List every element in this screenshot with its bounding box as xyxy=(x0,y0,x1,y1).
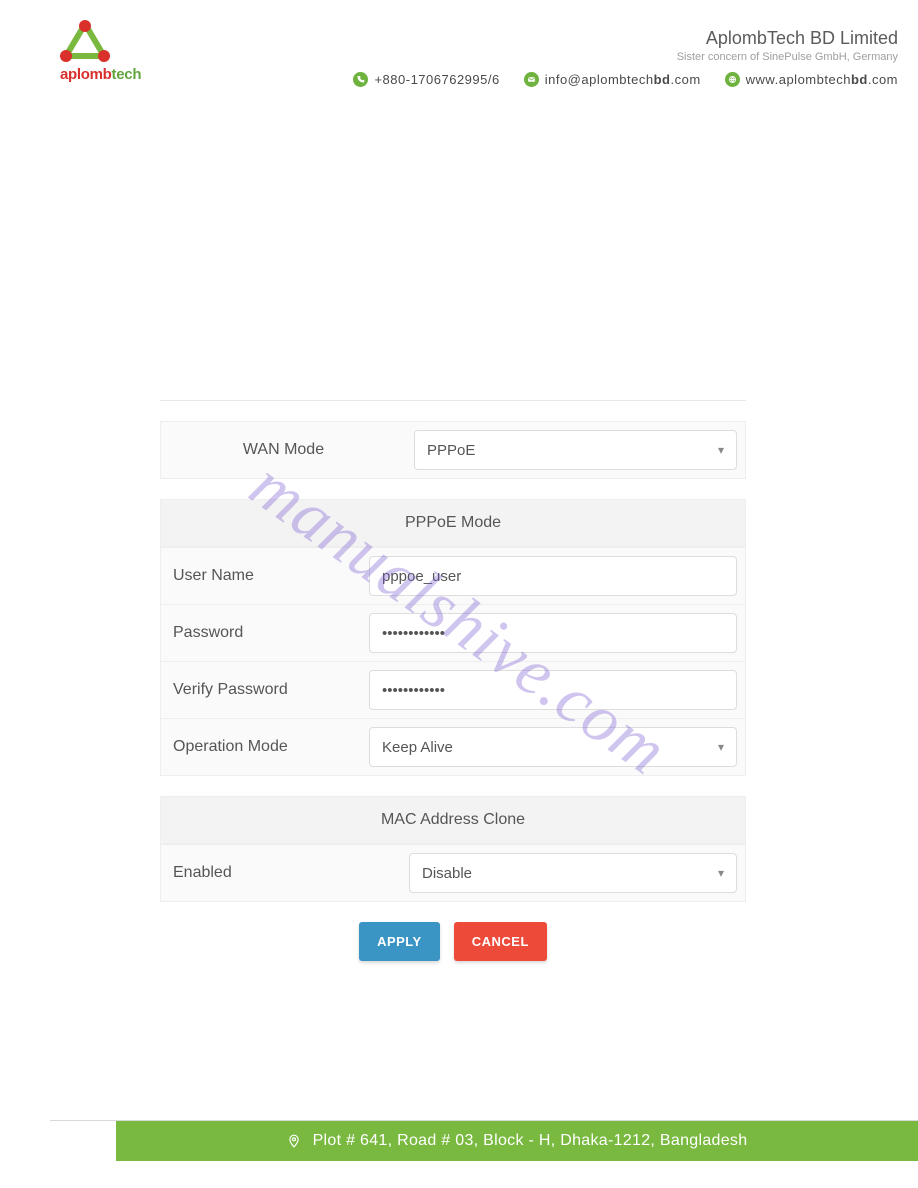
logo: aplombtech xyxy=(60,20,141,83)
footer-address: Plot # 641, Road # 03, Block - H, Dhaka-… xyxy=(313,1132,748,1150)
enabled-select[interactable]: Disable xyxy=(409,853,737,893)
logo-text: aplombtech xyxy=(60,66,141,83)
divider xyxy=(160,400,746,401)
settings-panel: WAN Mode PPPoE PPPoE Mode User Name Pass… xyxy=(160,400,746,961)
row-enabled: Enabled Disable xyxy=(160,844,746,902)
row-username: User Name xyxy=(160,547,746,605)
contact-phone: +880-1706762995/6 xyxy=(353,72,499,87)
wan-mode-label: WAN Mode xyxy=(161,422,406,478)
button-row: APPLY CANCEL xyxy=(160,922,746,961)
contact-email: info@aplombtechbd.com xyxy=(524,72,701,87)
row-password: Password xyxy=(160,605,746,662)
page-header: aplombtech AplombTech BD Limited Sister … xyxy=(0,0,918,100)
contact-web: www.aplombtechbd.com xyxy=(725,72,898,87)
username-input[interactable] xyxy=(369,556,737,596)
phone-icon xyxy=(353,72,368,87)
password-input[interactable] xyxy=(369,613,737,653)
logo-text-left: aplomb xyxy=(60,66,112,83)
web-text: www.aplombtechbd.com xyxy=(746,72,898,87)
operation-mode-select[interactable]: Keep Alive xyxy=(369,727,737,767)
email-icon xyxy=(524,72,539,87)
username-label: User Name xyxy=(161,548,361,604)
wan-mode-select[interactable]: PPPoE xyxy=(414,430,737,470)
row-verify-password: Verify Password xyxy=(160,662,746,719)
row-operation-mode: Operation Mode Keep Alive xyxy=(160,719,746,776)
pppoe-section-header: PPPoE Mode xyxy=(160,499,746,547)
operation-mode-label: Operation Mode xyxy=(161,719,361,775)
apply-button[interactable]: APPLY xyxy=(359,922,440,961)
operation-mode-value: Keep Alive xyxy=(382,739,453,756)
section-mac-clone: MAC Address Clone Enabled Disable xyxy=(160,796,746,902)
footer: Plot # 641, Road # 03, Block - H, Dhaka-… xyxy=(116,1121,918,1161)
globe-icon xyxy=(725,72,740,87)
mac-section-header: MAC Address Clone xyxy=(160,796,746,844)
header-right: AplombTech BD Limited Sister concern of … xyxy=(677,28,898,63)
verify-password-input[interactable] xyxy=(369,670,737,710)
email-text: info@aplombtechbd.com xyxy=(545,72,701,87)
enabled-value: Disable xyxy=(422,865,472,882)
logo-text-right: tech xyxy=(112,66,142,83)
enabled-label: Enabled xyxy=(161,845,401,901)
logo-triangle-icon xyxy=(60,20,110,64)
password-label: Password xyxy=(161,605,361,661)
wan-mode-value: PPPoE xyxy=(427,442,475,459)
company-subtitle: Sister concern of SinePulse GmbH, German… xyxy=(677,51,898,63)
verify-password-label: Verify Password xyxy=(161,662,361,718)
phone-text: +880-1706762995/6 xyxy=(374,72,499,87)
map-pin-icon xyxy=(287,1134,301,1148)
row-wan-mode: WAN Mode PPPoE xyxy=(160,421,746,479)
section-pppoe: PPPoE Mode User Name Password Verify Pas… xyxy=(160,499,746,776)
company-name: AplombTech BD Limited xyxy=(677,28,898,49)
cancel-button[interactable]: CANCEL xyxy=(454,922,547,961)
contact-row: +880-1706762995/6 info@aplombtechbd.com … xyxy=(353,72,898,87)
